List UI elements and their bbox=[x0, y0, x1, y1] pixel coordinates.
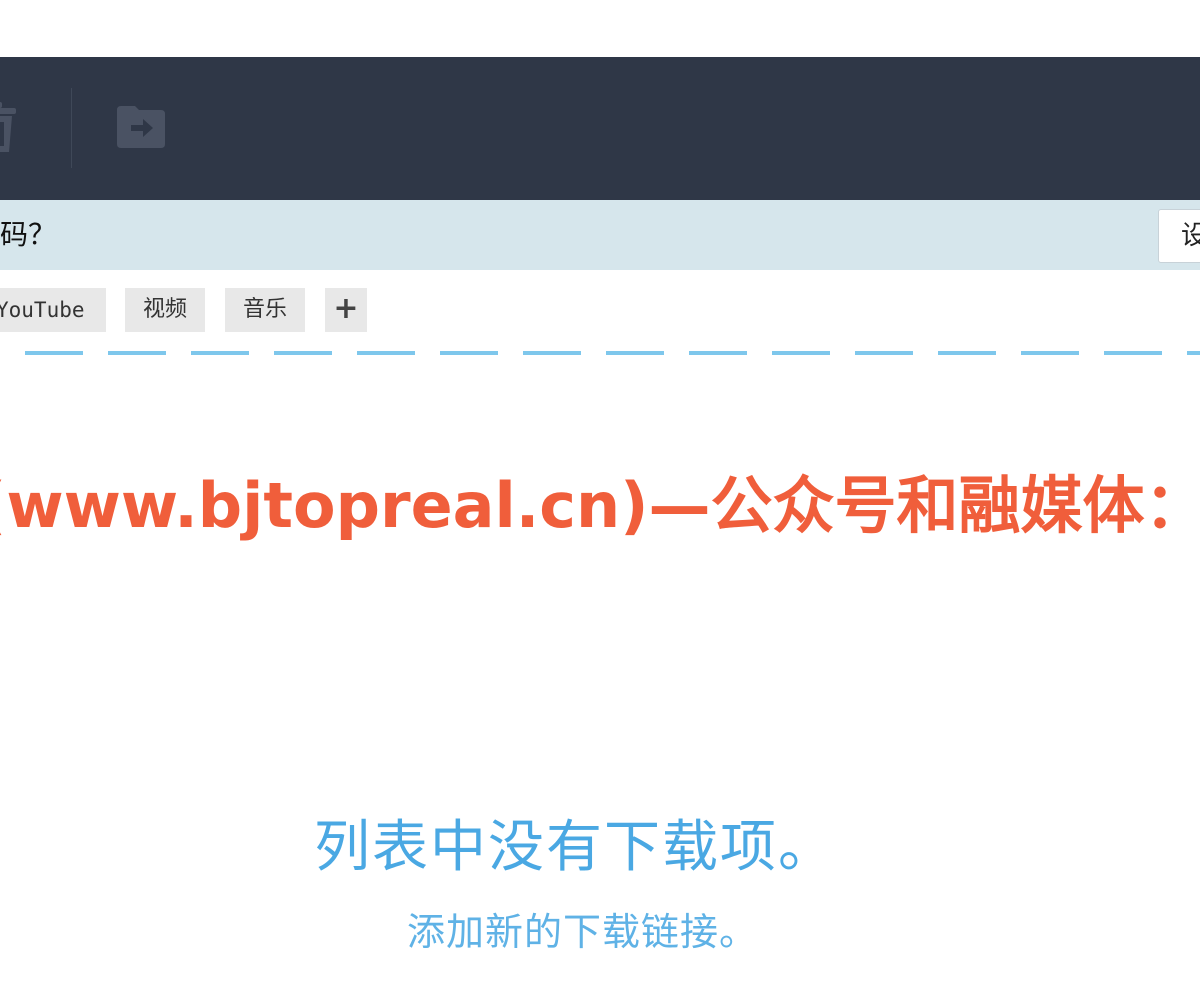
drop-zone-border bbox=[0, 351, 1200, 355]
toolbar bbox=[0, 57, 1200, 200]
move-to-folder-icon bbox=[115, 98, 171, 158]
tab-youtube[interactable]: YouTube bbox=[0, 288, 106, 332]
settings-button[interactable]: 设 bbox=[1158, 209, 1200, 263]
empty-state-title: 列表中没有下载项。 bbox=[314, 815, 836, 880]
delete-button[interactable] bbox=[0, 98, 26, 158]
notice-text: 码？ bbox=[0, 218, 57, 251]
trash-icon bbox=[0, 98, 26, 158]
download-manager-window: 码？ 设 YouTube 视频 音乐 + (www.bjtopreal.cn)—… bbox=[0, 0, 1200, 1000]
move-button[interactable] bbox=[115, 98, 171, 158]
watermark-text: (www.bjtopreal.cn)—公众号和融媒体： bbox=[0, 469, 1200, 542]
toolbar-separator bbox=[71, 88, 72, 168]
plus-icon: + bbox=[333, 291, 359, 326]
empty-state-subtitle[interactable]: 添加新的下载链接。 bbox=[0, 904, 1165, 960]
notice-bar bbox=[0, 200, 1200, 270]
tab-video[interactable]: 视频 bbox=[125, 288, 205, 332]
add-category-button[interactable]: + bbox=[325, 288, 367, 332]
tab-music[interactable]: 音乐 bbox=[225, 288, 305, 332]
